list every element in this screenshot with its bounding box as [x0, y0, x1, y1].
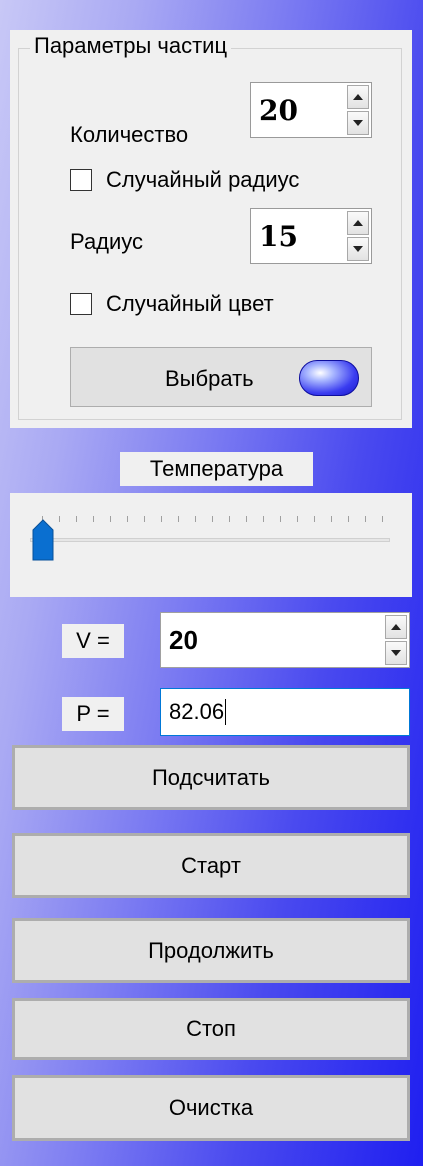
random-color-label: Случайный цвет [106, 291, 274, 316]
pressure-value[interactable]: 82.06 [169, 699, 224, 725]
volume-spinbox[interactable]: 20 [160, 612, 410, 668]
calculate-button[interactable]: Подсчитать [12, 745, 410, 810]
slider-tick [314, 516, 315, 522]
count-decrement-button[interactable] [347, 111, 369, 135]
choose-color-label: Выбрать [165, 366, 254, 391]
slider-tick [331, 516, 332, 522]
slider-tick [178, 516, 179, 522]
continue-button[interactable]: Продолжить [12, 918, 410, 983]
random-color-option[interactable]: Случайный цвет [70, 291, 274, 317]
count-spinbox[interactable]: 20 [250, 82, 372, 138]
volume-label: V = [62, 624, 124, 658]
radius-increment-button[interactable] [347, 211, 369, 235]
random-radius-option[interactable]: Случайный радиус [70, 167, 299, 193]
slider-tick [348, 516, 349, 522]
stop-button[interactable]: Стоп [12, 998, 410, 1060]
arrow-up-icon [391, 624, 401, 630]
slider-tick [144, 516, 145, 522]
slider-tick [382, 516, 383, 522]
start-button[interactable]: Старт [12, 833, 410, 898]
count-increment-button[interactable] [347, 85, 369, 109]
slider-tick [161, 516, 162, 522]
slider-tick [93, 516, 94, 522]
temperature-slider-panel [10, 493, 412, 597]
slider-tick [280, 516, 281, 522]
color-preview-swatch [299, 360, 359, 396]
slider-tick [195, 516, 196, 522]
temperature-slider-track[interactable] [30, 538, 390, 542]
volume-decrement-button[interactable] [385, 641, 407, 665]
volume-increment-button[interactable] [385, 615, 407, 639]
slider-tick [76, 516, 77, 522]
radius-decrement-button[interactable] [347, 237, 369, 261]
slider-tick [59, 516, 60, 522]
clear-button[interactable]: Очистка [12, 1075, 410, 1141]
pressure-input[interactable]: 82.06 [160, 688, 410, 736]
slider-tick [297, 516, 298, 522]
slider-tick [263, 516, 264, 522]
slider-tick [229, 516, 230, 522]
volume-value[interactable]: 20 [169, 613, 198, 667]
arrow-down-icon [353, 120, 363, 126]
arrow-down-icon [391, 650, 401, 656]
random-radius-label: Случайный радиус [106, 167, 300, 192]
slider-tick [365, 516, 366, 522]
slider-tick [110, 516, 111, 522]
random-color-checkbox[interactable] [70, 293, 92, 315]
particle-params-title: Параметры частиц [30, 33, 232, 59]
arrow-up-icon [353, 220, 363, 226]
slider-tick [246, 516, 247, 522]
count-label: Количество [70, 122, 189, 147]
text-caret [225, 699, 227, 725]
radius-value[interactable]: 15 [259, 209, 298, 263]
arrow-up-icon [353, 94, 363, 100]
choose-color-button[interactable]: Выбрать [70, 347, 372, 407]
radius-label: Радиус [70, 229, 144, 254]
temperature-slider-thumb[interactable] [32, 518, 54, 562]
radius-spinbox[interactable]: 15 [250, 208, 372, 264]
temperature-title: Температура [120, 452, 313, 486]
random-radius-checkbox[interactable] [70, 169, 92, 191]
count-value[interactable]: 20 [259, 83, 298, 137]
arrow-down-icon [353, 246, 363, 252]
slider-tick [212, 516, 213, 522]
pressure-label: P = [62, 697, 124, 731]
slider-tick [127, 516, 128, 522]
